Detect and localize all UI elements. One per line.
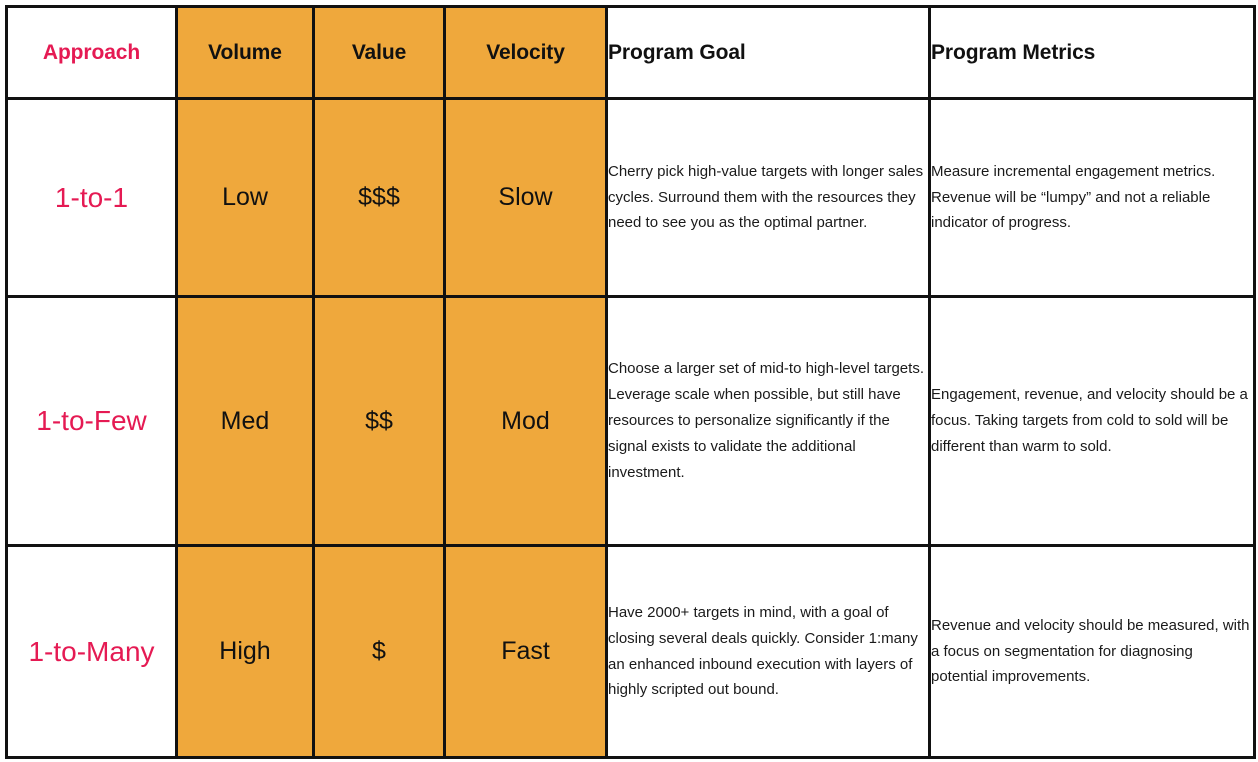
table-row: 1-to-1 Low $$$ Slow Cherry pick high-val…: [5, 97, 1256, 298]
column-header-approach: Approach: [5, 5, 178, 100]
cell-program-goal: Have 2000+ targets in mind, with a goal …: [605, 544, 931, 759]
cell-approach: 1-to-1: [5, 97, 178, 298]
cell-program-goal: Choose a larger set of mid-to high-level…: [605, 295, 931, 547]
column-header-value: Value: [312, 5, 446, 100]
cell-volume: High: [175, 544, 315, 759]
table-body: 1-to-1 Low $$$ Slow Cherry pick high-val…: [5, 97, 1256, 759]
cell-program-metrics: Engagement, revenue, and velocity should…: [928, 295, 1256, 547]
cell-velocity: Fast: [443, 544, 608, 759]
table-row: 1-to-Few Med $$ Mod Choose a larger set …: [5, 295, 1256, 547]
cell-value: $$$: [312, 97, 446, 298]
cell-program-metrics: Revenue and velocity should be measured,…: [928, 544, 1256, 759]
header-row: Approach Volume Value Velocity Program G…: [5, 5, 1256, 100]
abm-approach-table: Approach Volume Value Velocity Program G…: [5, 5, 1256, 759]
cell-program-goal: Cherry pick high-value targets with long…: [605, 97, 931, 298]
cell-volume: Low: [175, 97, 315, 298]
cell-program-metrics: Measure incremental engagement metrics. …: [928, 97, 1256, 298]
cell-value: $: [312, 544, 446, 759]
cell-volume: Med: [175, 295, 315, 547]
cell-approach: 1-to-Many: [5, 544, 178, 759]
cell-approach: 1-to-Few: [5, 295, 178, 547]
column-header-velocity: Velocity: [443, 5, 608, 100]
table-row: 1-to-Many High $ Fast Have 2000+ targets…: [5, 544, 1256, 759]
column-header-program-metrics: Program Metrics: [928, 5, 1256, 100]
cell-velocity: Mod: [443, 295, 608, 547]
column-header-program-goal: Program Goal: [605, 5, 931, 100]
table-header: Approach Volume Value Velocity Program G…: [5, 5, 1256, 100]
cell-value: $$: [312, 295, 446, 547]
column-header-volume: Volume: [175, 5, 315, 100]
cell-velocity: Slow: [443, 97, 608, 298]
